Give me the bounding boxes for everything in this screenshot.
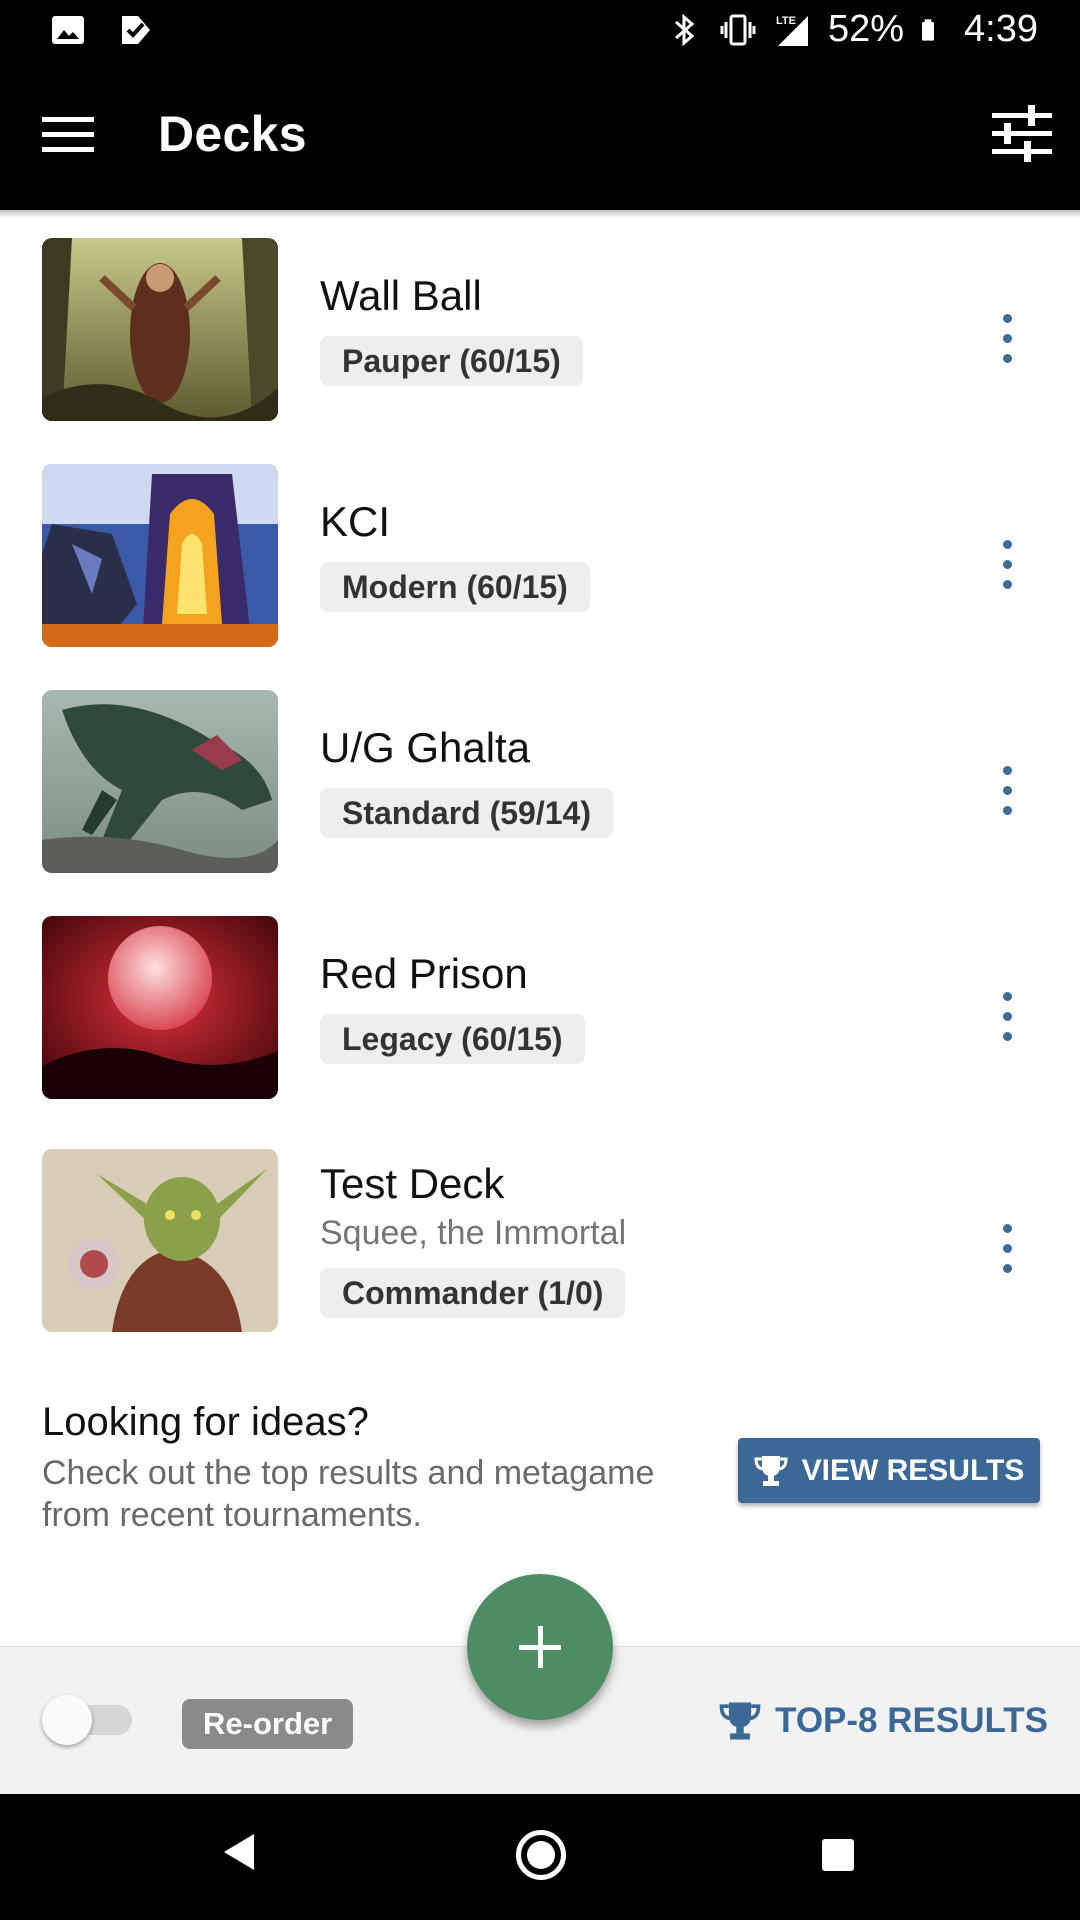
hamburger-menu-icon[interactable]	[42, 115, 94, 155]
dinosaur-art	[42, 690, 278, 873]
more-options-icon[interactable]	[990, 310, 1026, 370]
more-options-icon[interactable]	[990, 762, 1026, 822]
app-bar: Decks	[0, 63, 1080, 210]
battery-icon	[922, 18, 935, 41]
deck-commander: Squee, the Immortal	[320, 1214, 627, 1252]
bluetooth-icon	[674, 13, 695, 46]
deck-item-ug-ghalta[interactable]: U/G Ghalta Standard (59/14)	[0, 684, 1080, 884]
home-icon[interactable]	[516, 1830, 566, 1880]
deck-format-badge: Modern (60/15)	[320, 562, 590, 612]
status-bar: LTE 52% 4:39	[0, 0, 1080, 63]
view-results-button[interactable]: VIEW RESULTS	[738, 1438, 1040, 1503]
reorder-label: Re-order	[182, 1699, 354, 1749]
deck-item-test-deck[interactable]: Test Deck Squee, the Immortal Commander …	[0, 1136, 1080, 1366]
page-title: Decks	[158, 106, 307, 162]
deck-item-red-prison[interactable]: Red Prison Legacy (60/15)	[0, 910, 1080, 1110]
add-deck-button[interactable]	[467, 1574, 613, 1720]
reorder-toggle[interactable]	[42, 1695, 136, 1745]
deck-name: Wall Ball	[320, 272, 482, 319]
vibrate-icon	[720, 14, 756, 45]
ideas-description: Check out the top results and metagame f…	[42, 1454, 655, 1534]
deck-name: KCI	[320, 498, 391, 545]
forest-wizard-art	[42, 238, 278, 421]
deck-name: Test Deck	[320, 1160, 505, 1207]
ideas-heading: Looking for ideas?	[42, 1400, 369, 1444]
checkmark-notification-icon	[122, 16, 150, 44]
deck-name: Red Prison	[320, 950, 528, 997]
clock: 4:39	[964, 8, 1038, 50]
deck-format-badge: Standard (59/14)	[320, 788, 613, 838]
blood-moon-art	[42, 916, 278, 1099]
recent-apps-icon[interactable]	[822, 1839, 854, 1871]
deck-format-badge: Legacy (60/15)	[320, 1014, 585, 1064]
more-options-icon[interactable]	[990, 988, 1026, 1048]
deck-name: U/G Ghalta	[320, 724, 531, 771]
svg-text:LTE: LTE	[776, 15, 796, 27]
deck-item-wall-ball[interactable]: Wall Ball Pauper (60/15)	[0, 232, 1080, 432]
signal-icon: LTE	[776, 15, 808, 46]
deck-item-kci[interactable]: KCI Modern (60/15)	[0, 458, 1080, 658]
trophy-icon	[754, 1455, 788, 1486]
deck-format-badge: Commander (1/0)	[320, 1268, 626, 1318]
deck-format-badge: Pauper (60/15)	[320, 336, 583, 386]
top8-results-label: TOP-8 RESULTS	[775, 1701, 1048, 1740]
more-options-icon[interactable]	[990, 536, 1026, 596]
trophy-icon	[719, 1702, 761, 1740]
view-results-label: VIEW RESULTS	[801, 1453, 1025, 1487]
image-icon	[52, 16, 84, 44]
app-bar-shadow	[0, 210, 1080, 218]
more-options-icon[interactable]	[990, 1220, 1026, 1280]
system-nav-bar	[0, 1794, 1080, 1920]
forge-creature-art	[42, 464, 278, 647]
top8-results-button[interactable]: TOP-8 RESULTS	[719, 1691, 1048, 1751]
goblin-art	[42, 1149, 278, 1332]
back-icon[interactable]	[222, 1832, 256, 1872]
battery-percent: 52%	[827, 8, 905, 50]
sliders-filter-icon[interactable]	[990, 101, 1054, 165]
